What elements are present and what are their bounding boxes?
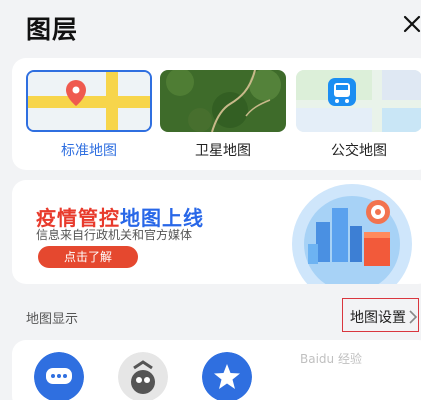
watermark: Baidu 经验: [300, 352, 362, 366]
layer-option-satellite[interactable]: 卫星地图: [160, 70, 286, 160]
page-title: 图层: [26, 15, 79, 44]
mascot-avatar-icon[interactable]: [118, 352, 168, 400]
layer-label: 标准地图: [61, 143, 117, 159]
satellite-map-thumbnail: [160, 70, 286, 132]
map-display-section-title: 地图显示: [26, 312, 79, 327]
layer-label: 卫星地图: [195, 143, 251, 159]
city-globe-illustration: [292, 184, 412, 284]
epidemic-banner[interactable]: 疫情管控地图上线 信息来自行政机关和官方媒体 点击了解: [12, 180, 421, 284]
standard-map-icon: [28, 72, 150, 130]
transit-map-icon: [296, 70, 421, 132]
layer-option-transit[interactable]: 公交地图: [296, 70, 421, 160]
close-icon[interactable]: [400, 12, 421, 36]
layer-picker: 标准地图 卫星地图 公交地图: [12, 58, 421, 170]
layer-label: 公交地图: [331, 143, 387, 159]
map-display-options: [12, 340, 421, 400]
map-settings-link[interactable]: 地图设置: [350, 307, 406, 327]
chevron-right-icon: [409, 310, 418, 324]
header: 图层: [0, 0, 421, 54]
standard-map-thumbnail: [26, 70, 152, 132]
layer-option-standard[interactable]: 标准地图: [26, 70, 152, 160]
satellite-map-icon: [160, 70, 286, 132]
star-icon[interactable]: [202, 352, 252, 400]
learn-more-button[interactable]: 点击了解: [38, 246, 138, 268]
transit-map-thumbnail: [296, 70, 421, 132]
banner-subtitle: 信息来自行政机关和官方媒体: [36, 228, 193, 242]
chat-bubble-icon[interactable]: [34, 352, 84, 400]
